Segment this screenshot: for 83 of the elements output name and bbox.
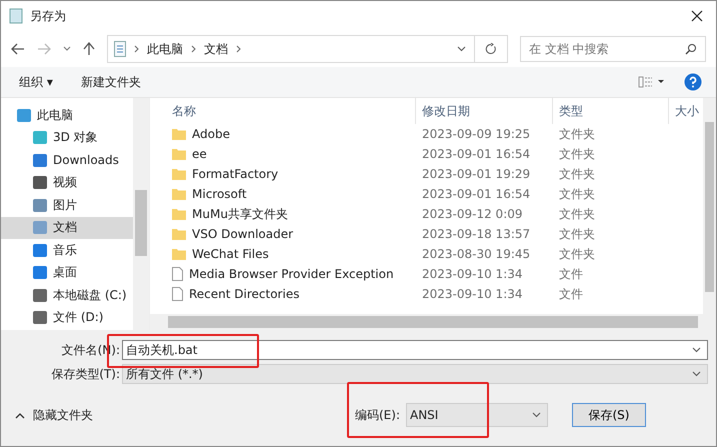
table-cell-text: 文件夹 xyxy=(558,246,596,262)
table-cell-text: 文件夹 xyxy=(558,226,596,242)
file-icon xyxy=(172,287,183,301)
table-cell-text: 2023-09-10 1:34 xyxy=(421,267,524,281)
file-name[interactable]: Microsoft xyxy=(192,187,247,201)
file-name[interactable]: Adobe xyxy=(192,127,230,141)
table-cell-text: 文件 xyxy=(558,286,584,302)
chevron-down-icon[interactable] xyxy=(692,347,701,353)
sidebar-item[interactable]: 文档 xyxy=(1,216,133,239)
table-cell-text: 文件夹 xyxy=(558,166,596,182)
folder-icon xyxy=(172,208,186,220)
sidebar-item[interactable]: Downloads xyxy=(1,149,133,172)
new-folder-button[interactable]: 新建文件夹 xyxy=(70,70,151,94)
file-name[interactable]: Media Browser Provider Exception xyxy=(189,267,394,281)
file-name[interactable]: MuMu共享文件夹 xyxy=(192,206,288,222)
search-field[interactable]: 在 文档 中搜索 xyxy=(520,36,706,62)
chevron-right-icon xyxy=(191,45,196,53)
file-name[interactable]: VSO Downloader xyxy=(192,227,294,241)
column-header[interactable]: 类型 xyxy=(553,98,669,124)
table-cell-text: 2023-09-01 16:54 xyxy=(421,187,532,201)
column-header[interactable]: 修改日期 xyxy=(416,98,553,124)
help-icon[interactable] xyxy=(684,73,702,91)
close-icon[interactable] xyxy=(690,9,704,23)
table-cell-text: 2023-09-12 0:09 xyxy=(421,207,524,221)
file-name[interactable]: ee xyxy=(192,147,207,161)
window-title: 另存为 xyxy=(30,8,66,24)
search-icon xyxy=(685,43,697,55)
folder-icon xyxy=(172,168,186,180)
table-cell-text: 文件夹 xyxy=(558,146,596,162)
chevron-down-icon[interactable] xyxy=(532,412,541,418)
column-header[interactable]: 大小 xyxy=(669,98,703,124)
file-name[interactable]: WeChat Files xyxy=(192,247,269,261)
file-name[interactable]: Recent Directories xyxy=(189,287,300,301)
table-cell-text: 文件夹 xyxy=(558,186,596,202)
table-cell-text: 2023-09-18 13:57 xyxy=(421,227,532,241)
sidebar-item[interactable]: 本地磁盘 (C:) xyxy=(1,284,133,306)
sidebar-item[interactable]: 桌面 xyxy=(1,262,133,284)
chevron-down-icon[interactable] xyxy=(457,46,466,52)
scrollbar[interactable] xyxy=(133,98,149,330)
scrollbar[interactable] xyxy=(150,314,716,330)
sidebar-item[interactable]: 此电脑 xyxy=(1,104,133,126)
folder-icon xyxy=(172,228,186,240)
table-cell-text: 2023-09-01 16:54 xyxy=(421,147,532,161)
sidebar-item[interactable]: 视频 xyxy=(1,172,133,194)
file-name[interactable]: FormatFactory xyxy=(192,167,278,181)
table-cell-text: 2023-09-09 19:25 xyxy=(421,127,532,141)
chevron-down-icon[interactable] xyxy=(692,371,701,377)
table-cell-text: 2023-08-30 19:45 xyxy=(421,247,532,261)
file-icon xyxy=(172,267,183,281)
table-cell-text: 文件夹 xyxy=(558,126,596,142)
hide-folders-button[interactable]: 隐藏文件夹 xyxy=(9,406,99,424)
view-options-icon[interactable] xyxy=(638,76,666,88)
sidebar-item[interactable]: 图片 xyxy=(1,194,133,216)
sidebar-item[interactable]: 3D 对象 xyxy=(1,126,133,149)
table-cell-text: 文件夹 xyxy=(558,206,596,222)
chevron-up-icon xyxy=(15,412,25,418)
table-cell-text: 文件 xyxy=(558,266,584,282)
breadcrumb-item[interactable]: 文档 xyxy=(204,40,228,58)
address-bar[interactable]: 此电脑 文档 xyxy=(107,35,508,63)
sidebar-item[interactable]: 音乐 xyxy=(1,239,133,262)
breadcrumb-item[interactable]: 此电脑 xyxy=(147,40,183,58)
encoding-dropdown[interactable]: ANSI xyxy=(406,403,548,427)
scrollbar[interactable] xyxy=(703,98,716,314)
folder-icon xyxy=(172,148,186,160)
organize-button[interactable]: 组织 ▾ xyxy=(9,70,63,94)
up-arrow-icon[interactable] xyxy=(83,42,95,56)
sidebar-item[interactable]: 文件 (D:) xyxy=(1,306,133,329)
back-arrow-icon[interactable] xyxy=(11,43,25,55)
folder-icon xyxy=(172,248,186,260)
file-type-label: 保存类型(T): xyxy=(50,366,121,382)
chevron-right-icon xyxy=(134,45,139,53)
save-button[interactable]: 保存(S) xyxy=(572,403,646,427)
column-header[interactable]: 名称 xyxy=(166,98,416,124)
table-cell-text: 2023-09-10 1:34 xyxy=(421,287,524,301)
table-cell-text: 2023-09-01 19:29 xyxy=(421,167,532,181)
chevron-right-icon xyxy=(236,45,241,53)
chevron-down-icon[interactable] xyxy=(63,46,71,52)
folder-icon xyxy=(172,188,186,200)
encoding-label: 编码(E): xyxy=(355,406,400,424)
refresh-icon[interactable] xyxy=(485,43,497,55)
filename-field[interactable]: 自动关机.bat xyxy=(122,340,708,360)
folder-icon xyxy=(172,128,186,140)
file-type-dropdown[interactable]: 所有文件 (*.*) xyxy=(122,364,708,384)
